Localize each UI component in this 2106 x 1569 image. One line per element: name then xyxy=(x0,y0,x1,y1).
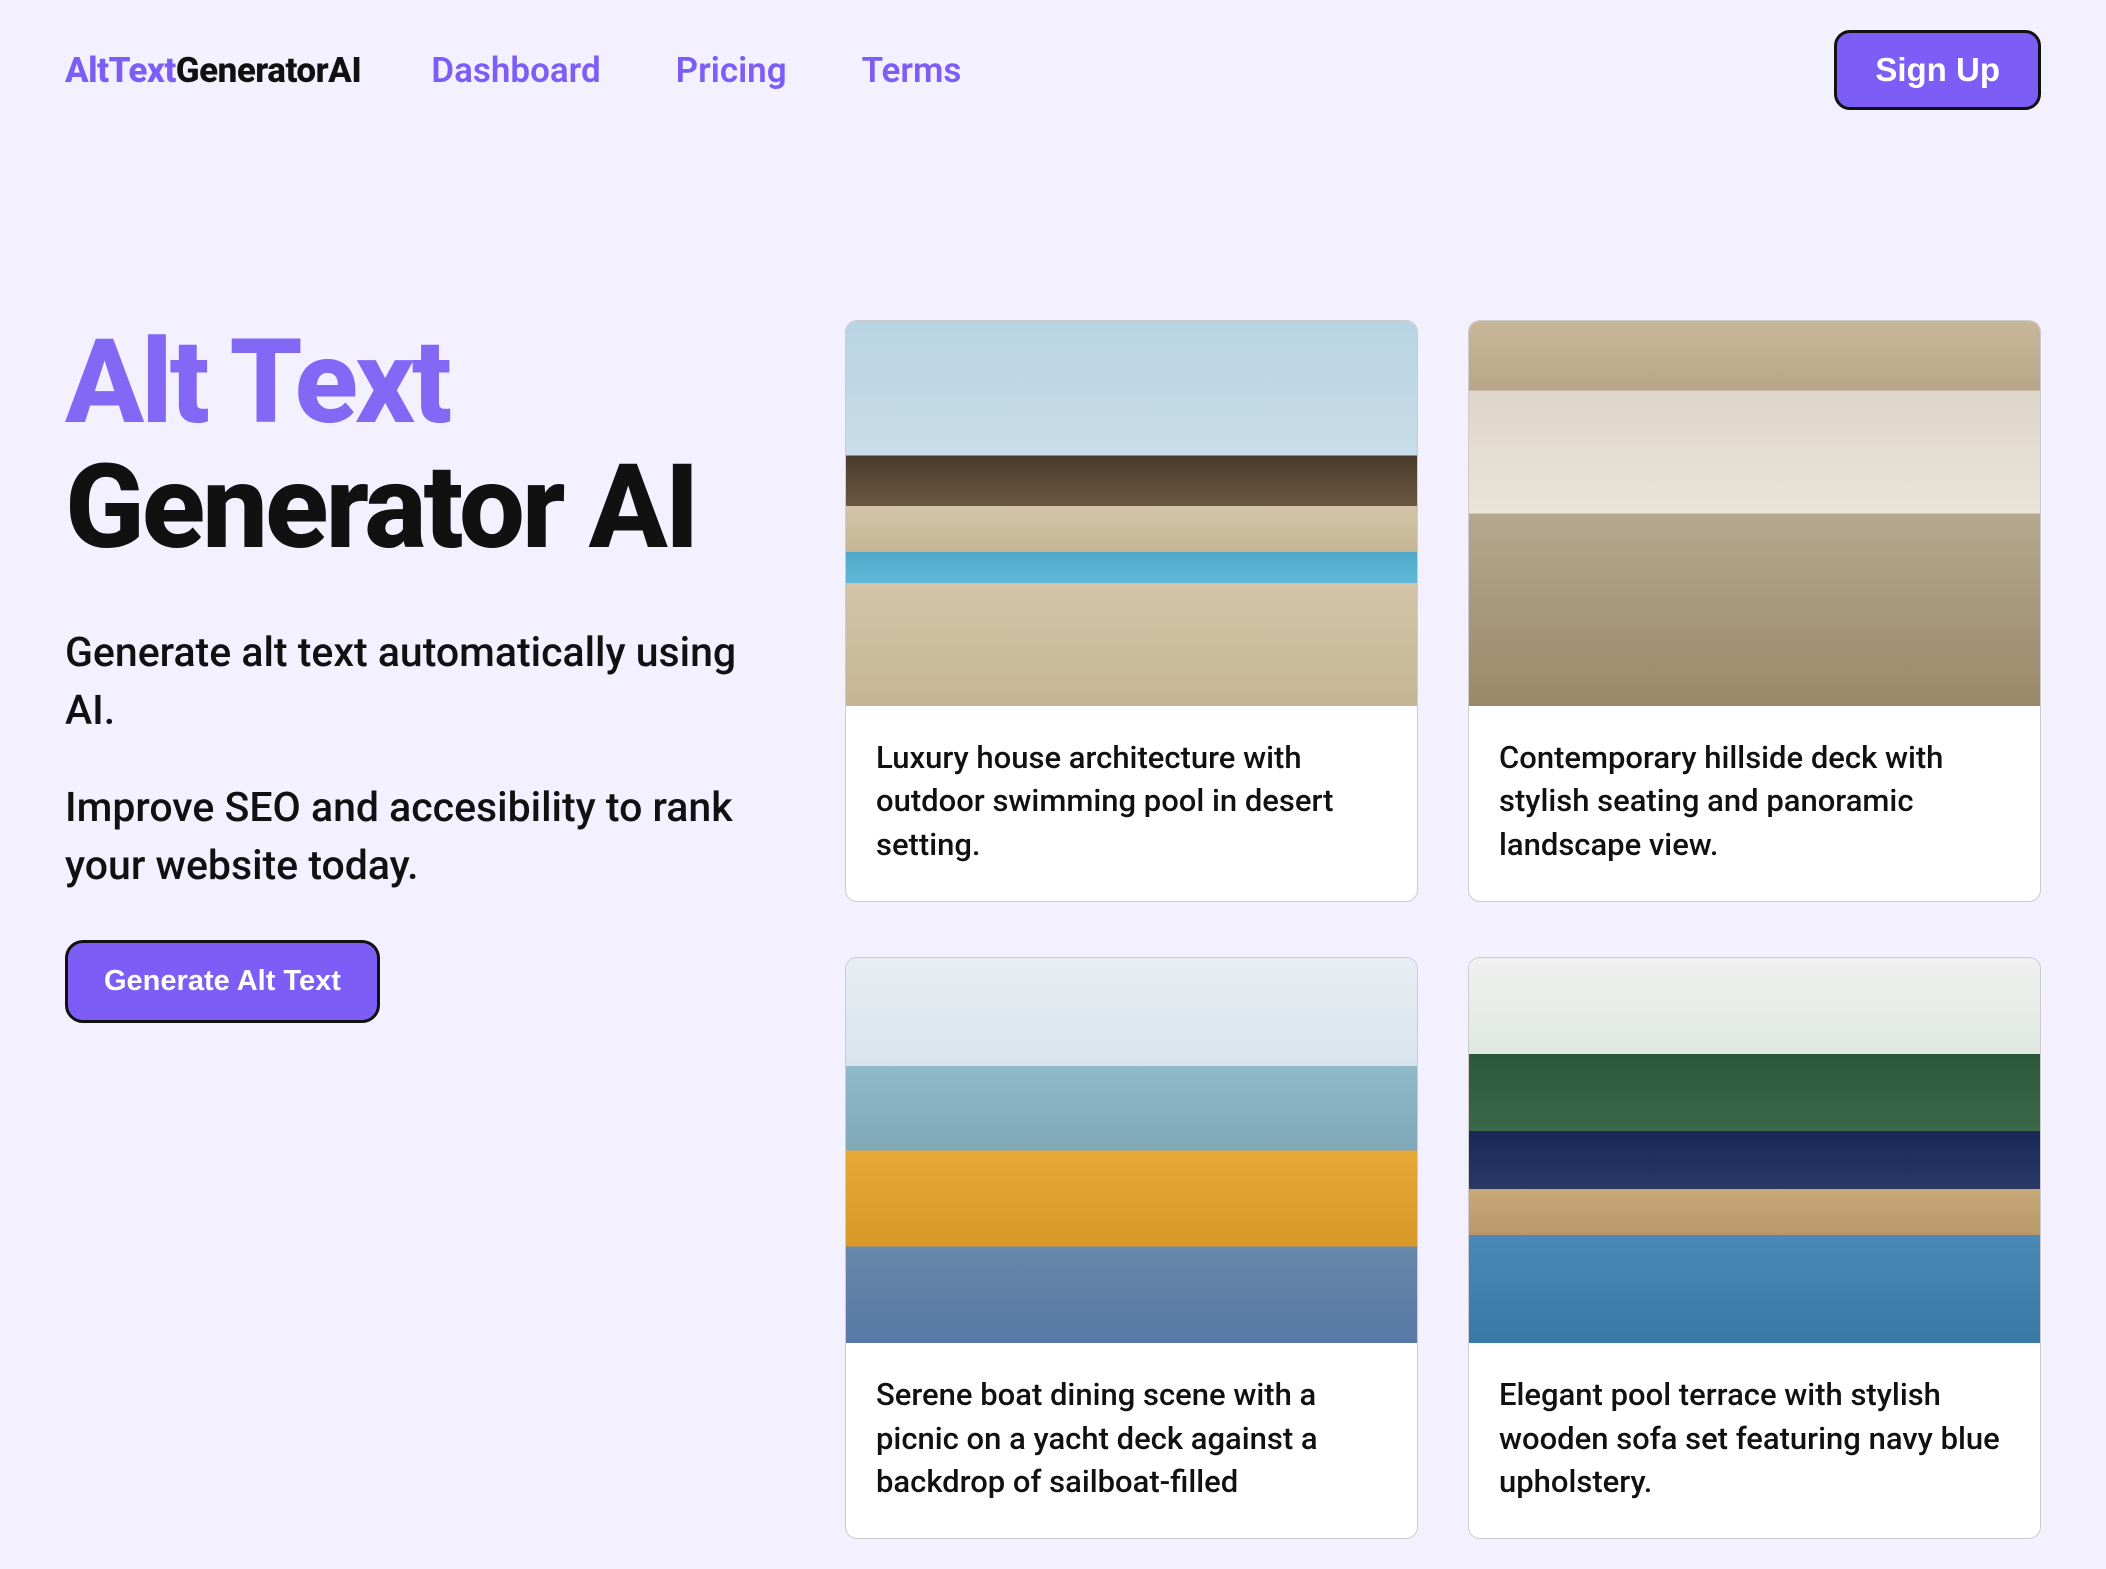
logo[interactable]: AltTextGeneratorAI xyxy=(65,50,361,91)
hero-section: Alt Text Generator AI Generate alt text … xyxy=(65,320,795,1539)
hero-description: Generate alt text automatically using AI… xyxy=(65,625,795,895)
example-image-pool-terrace xyxy=(1469,958,2040,1343)
example-image-desert-house xyxy=(846,321,1417,706)
nav-pricing[interactable]: Pricing xyxy=(676,50,787,91)
nav: Dashboard Pricing Terms xyxy=(431,50,961,91)
example-caption: Serene boat dining scene with a picnic o… xyxy=(846,1343,1417,1538)
main-content: Alt Text Generator AI Generate alt text … xyxy=(65,320,2041,1539)
generate-alt-text-button[interactable]: Generate Alt Text xyxy=(65,940,380,1023)
hero-title: Alt Text Generator AI xyxy=(65,320,795,570)
header-left: AltTextGeneratorAI Dashboard Pricing Ter… xyxy=(65,50,961,91)
hero-desc-line1: Generate alt text automatically using AI… xyxy=(65,625,795,740)
example-cards-grid: Luxury house architecture with outdoor s… xyxy=(845,320,2041,1539)
example-card: Contemporary hillside deck with stylish … xyxy=(1468,320,2041,902)
hero-title-line1: Alt Text xyxy=(65,313,449,451)
nav-terms[interactable]: Terms xyxy=(862,50,962,91)
nav-dashboard[interactable]: Dashboard xyxy=(431,50,600,91)
example-image-boat-dining xyxy=(846,958,1417,1343)
hero-desc-line2: Improve SEO and accesibility to rank you… xyxy=(65,780,795,895)
example-card: Luxury house architecture with outdoor s… xyxy=(845,320,1418,902)
hero-title-line2: Generator AI xyxy=(65,438,697,576)
example-caption: Luxury house architecture with outdoor s… xyxy=(846,706,1417,901)
logo-part2: GeneratorAI xyxy=(176,50,361,91)
header: AltTextGeneratorAI Dashboard Pricing Ter… xyxy=(65,30,2041,130)
signup-button[interactable]: Sign Up xyxy=(1834,30,2041,110)
example-card: Elegant pool terrace with stylish wooden… xyxy=(1468,957,2041,1539)
example-caption: Elegant pool terrace with stylish wooden… xyxy=(1469,1343,2040,1538)
example-caption: Contemporary hillside deck with stylish … xyxy=(1469,706,2040,901)
logo-part1: AltText xyxy=(65,50,176,91)
example-image-hillside-deck xyxy=(1469,321,2040,706)
example-card: Serene boat dining scene with a picnic o… xyxy=(845,957,1418,1539)
